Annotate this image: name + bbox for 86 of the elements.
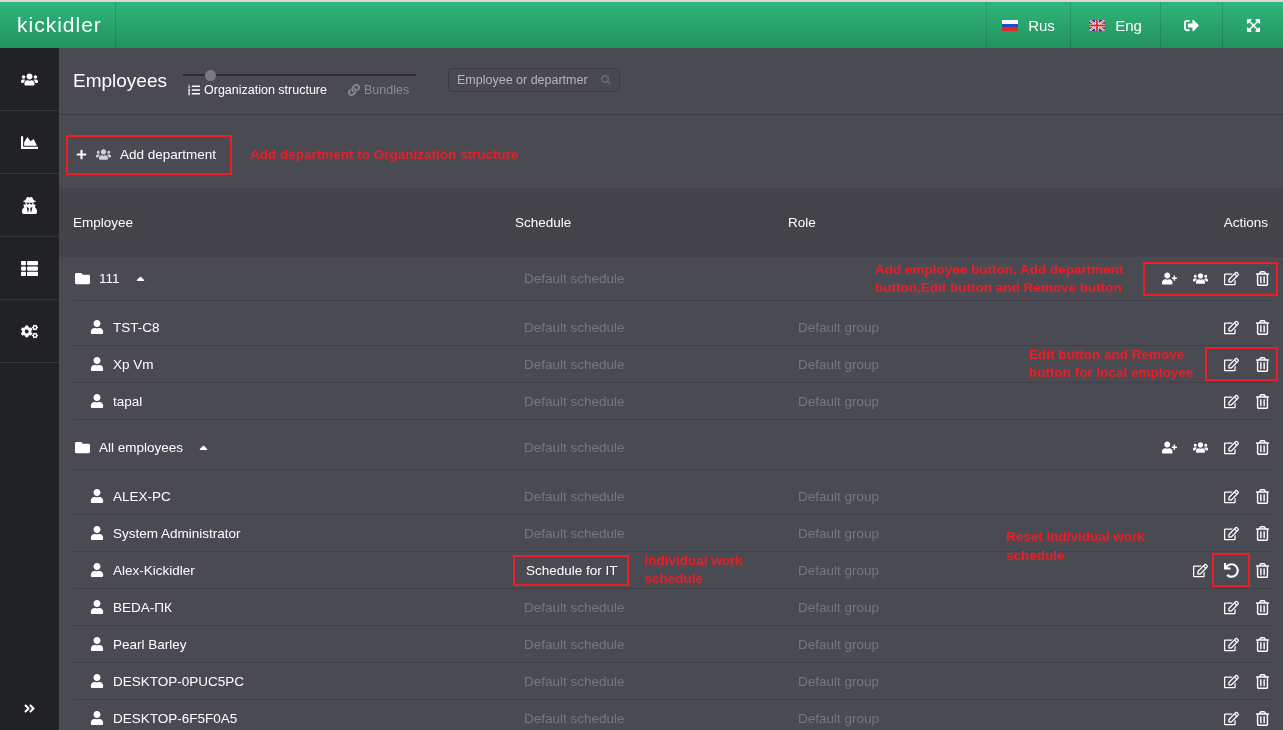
user-icon bbox=[90, 489, 104, 503]
user-icon bbox=[90, 526, 104, 540]
trash-icon bbox=[1254, 440, 1270, 455]
trash-icon bbox=[1254, 599, 1270, 615]
folder-icon bbox=[75, 440, 90, 455]
edit-icon bbox=[1223, 710, 1239, 726]
schedule-text: Schedule for IT bbox=[513, 554, 629, 586]
trash-icon bbox=[1254, 562, 1270, 578]
employee-name: Xp Vm bbox=[113, 356, 154, 372]
employee-name: DESKTOP-0PUC5PC bbox=[113, 673, 245, 689]
trash-icon bbox=[1254, 356, 1270, 372]
trash-icon bbox=[1254, 636, 1270, 652]
list-icon bbox=[188, 83, 200, 96]
link-icon bbox=[348, 83, 360, 96]
logout-icon bbox=[1184, 17, 1199, 33]
users-icon bbox=[1192, 271, 1208, 286]
user-icon bbox=[90, 711, 104, 725]
edit-icon bbox=[1223, 440, 1239, 455]
trash-icon bbox=[1254, 271, 1270, 286]
employee-name: tapal bbox=[113, 393, 143, 409]
user-icon bbox=[90, 563, 104, 577]
trash-icon bbox=[1254, 673, 1270, 689]
british-flag-icon bbox=[1089, 19, 1106, 31]
spy-icon[interactable] bbox=[21, 196, 38, 214]
reset-button[interactable] bbox=[1212, 553, 1250, 587]
trash-icon bbox=[1254, 710, 1270, 726]
edit-icon bbox=[1223, 488, 1239, 504]
view-tab[interactable]: Bundles bbox=[343, 82, 410, 97]
column-header: Schedule bbox=[515, 215, 573, 230]
department-name: All employees bbox=[99, 440, 184, 455]
search-icon bbox=[601, 75, 611, 85]
column-header: Role bbox=[788, 215, 817, 230]
department-name: 111 bbox=[99, 271, 120, 286]
expand-icon bbox=[1245, 17, 1261, 33]
add-department-button[interactable]: Add department bbox=[68, 136, 231, 173]
edit-icon bbox=[1192, 562, 1208, 578]
undo-icon bbox=[1223, 562, 1239, 578]
cogs-icon[interactable] bbox=[21, 322, 38, 340]
trash-icon bbox=[1254, 393, 1270, 409]
users-icon bbox=[96, 147, 111, 162]
employee-name: System Administrator bbox=[113, 525, 241, 541]
list-icon[interactable] bbox=[21, 259, 38, 277]
column-header: Actions bbox=[1223, 215, 1268, 230]
user-icon bbox=[90, 394, 104, 408]
edit-icon bbox=[1223, 319, 1239, 335]
language-button[interactable]: Rus bbox=[986, 2, 1070, 48]
search-field[interactable]: Employee or departmer bbox=[448, 68, 620, 92]
add-user-icon bbox=[1161, 271, 1177, 286]
page-title: Employees bbox=[73, 70, 167, 92]
russian-flag-icon bbox=[1002, 19, 1019, 31]
user-icon bbox=[90, 674, 104, 688]
user-icon bbox=[90, 600, 104, 614]
users-icon bbox=[1192, 440, 1208, 455]
edit-icon bbox=[1223, 525, 1239, 541]
trash-icon bbox=[1254, 525, 1270, 541]
employee-name: DESKTOP-6F5F0A5 bbox=[113, 710, 238, 726]
user-icon bbox=[90, 357, 104, 371]
annotation-note: Edit button and Remove button for local employee bbox=[1029, 346, 1195, 382]
annotation-note: Add employee button, Add department button,Edit button and Remove button bbox=[875, 260, 1125, 297]
trash-icon bbox=[1254, 319, 1270, 335]
expand-sidebar-icon[interactable] bbox=[23, 701, 36, 715]
view-switch[interactable] bbox=[183, 69, 416, 80]
employee-name: BEDA-ПК bbox=[113, 599, 172, 615]
folder-icon bbox=[75, 271, 90, 286]
user-icon bbox=[90, 637, 104, 651]
view-tab[interactable]: Organization structure bbox=[183, 82, 327, 97]
user-icon bbox=[90, 320, 104, 334]
annotation-note: Individual work schedule bbox=[644, 552, 744, 588]
edit-icon bbox=[1223, 271, 1239, 286]
trash-icon bbox=[1254, 488, 1270, 504]
employee-name: Pearl Barley bbox=[113, 636, 187, 652]
edit-icon bbox=[1223, 599, 1239, 615]
annotation-note: Add department to Organization structure bbox=[250, 145, 519, 164]
language-button[interactable]: Eng bbox=[1070, 2, 1160, 48]
column-header: Employee bbox=[73, 215, 135, 230]
annotation-note: Reset individual work schedule bbox=[1006, 528, 1146, 565]
edit-icon bbox=[1223, 636, 1239, 652]
chart-icon[interactable] bbox=[21, 133, 38, 151]
edit-icon bbox=[1223, 393, 1239, 409]
employee-name: ALEX-PC bbox=[113, 488, 171, 504]
edit-icon bbox=[1223, 356, 1239, 372]
employee-name: TST-C8 bbox=[113, 319, 160, 335]
employee-name: Alex-Kickidler bbox=[113, 562, 195, 578]
add-user-icon bbox=[1161, 440, 1177, 455]
plus-icon bbox=[76, 149, 87, 160]
edit-icon bbox=[1223, 673, 1239, 689]
